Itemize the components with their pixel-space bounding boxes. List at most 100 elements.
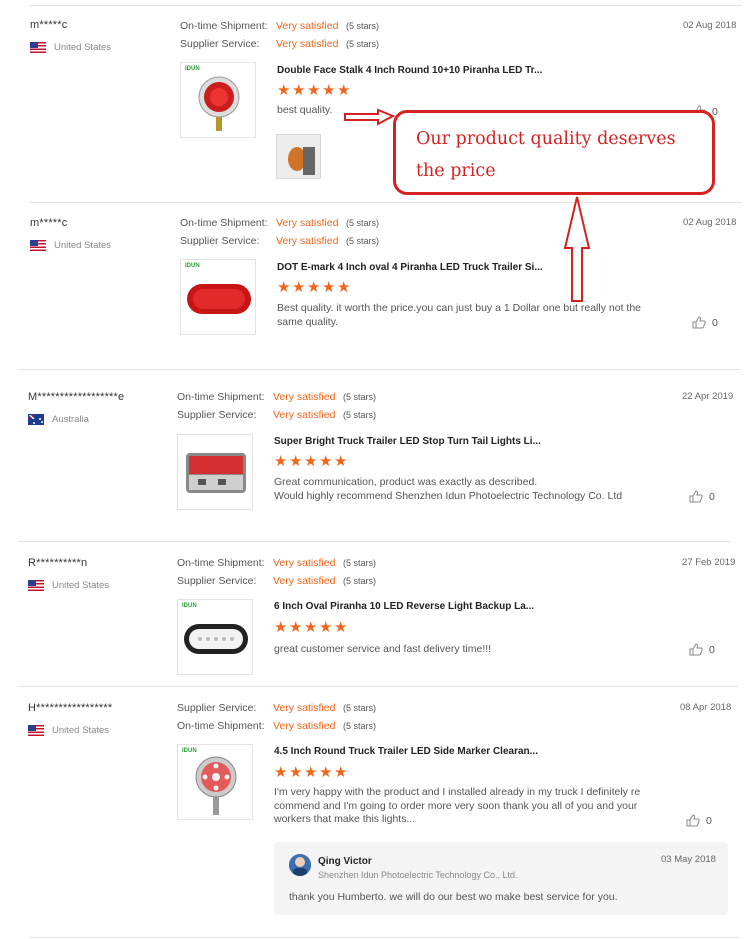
country-label: United States <box>52 580 110 591</box>
rating-summary: On-time Shipment: Very satisfied (5 star… <box>177 554 376 590</box>
us-flag-icon <box>28 725 44 736</box>
rating-value: Very satisfied <box>276 235 339 247</box>
reviewer-name: M******************e <box>28 391 125 403</box>
left-arrow-icon <box>345 112 352 117</box>
review-date: 27 Feb 2019 <box>682 557 736 568</box>
rating-stars-count: (5 stars) <box>343 392 377 402</box>
person-icon <box>289 854 311 876</box>
reviewer-country: United States <box>30 240 111 251</box>
product-thumbnail[interactable]: IDUN <box>180 62 256 138</box>
reviewer-info: m*****c United States <box>30 217 111 251</box>
rating-summary: On-time Shipment: Very satisfied (5 star… <box>177 388 376 424</box>
product-thumbnail[interactable]: IDUN <box>177 744 253 820</box>
rating-row: Supplier Service: Very satisfied (5 star… <box>180 35 379 53</box>
rating-stars-count: (5 stars) <box>346 39 380 49</box>
review-date: 02 Aug 2018 <box>683 217 737 228</box>
review-text-line: Would highly recommend Shenzhen Idun Pho… <box>274 489 623 502</box>
review-text: Best quality. it worth the price.you can… <box>277 302 641 329</box>
product-thumbnail[interactable]: IDUN <box>177 599 253 675</box>
rating-summary: Supplier Service: Very satisfied (5 star… <box>177 699 376 735</box>
reviewer-country: United States <box>28 725 112 736</box>
rating-value: Very satisfied <box>273 720 336 732</box>
rating-label: On-time Shipment: <box>180 20 268 32</box>
review-text-line: workers that make this lights... <box>274 813 416 825</box>
rating-label: On-time Shipment: <box>177 720 265 732</box>
like-count: 0 <box>709 490 715 503</box>
brand-logo: IDUN <box>185 263 200 269</box>
photo-image <box>277 135 320 178</box>
like-button[interactable]: 0 <box>689 490 715 503</box>
thumbs-up-icon <box>692 316 706 329</box>
star-icon: ★ <box>337 82 351 99</box>
thumbs-up-icon <box>689 643 703 656</box>
round-marker-lamp-image <box>195 756 237 815</box>
star-icon: ★ <box>277 82 291 99</box>
rating-row: Supplier Service: Very satisfied (5 star… <box>177 406 376 424</box>
product-title-link[interactable]: 6 Inch Oval Piranha 10 LED Reverse Light… <box>274 601 534 612</box>
reviewer-country: Australia <box>28 414 124 425</box>
star-icon: ★ <box>274 453 288 470</box>
brand-logo: IDUN <box>185 66 200 72</box>
rectangular-lamp-image <box>186 453 246 493</box>
rating-row: Supplier Service: Very satisfied (5 star… <box>177 699 376 717</box>
star-icon: ★ <box>334 619 348 636</box>
avatar <box>289 854 311 876</box>
star-icon: ★ <box>307 279 321 296</box>
product-thumbnail[interactable] <box>177 434 253 510</box>
star-icon: ★ <box>319 764 333 781</box>
star-icon: ★ <box>304 619 318 636</box>
like-count: 0 <box>709 643 715 656</box>
reviewer-info: m*****c United States <box>30 19 111 53</box>
like-button[interactable]: 0 <box>692 316 718 329</box>
reviewer-country: United States <box>30 42 111 53</box>
rating-stars-count: (5 stars) <box>346 218 380 228</box>
product-title-link[interactable]: Double Face Stalk 4 Inch Round 10+10 Pir… <box>277 65 542 76</box>
country-label: United States <box>54 240 112 251</box>
review-photo[interactable] <box>276 134 321 179</box>
oval-lamp-image <box>187 284 251 314</box>
star-rating: ★ ★ ★ ★ ★ <box>274 453 348 470</box>
review-text-line: I'm very happy with the product and I in… <box>274 786 641 798</box>
rating-value: Very satisfied <box>276 217 339 229</box>
product-title-link[interactable]: 4.5 Inch Round Truck Trailer LED Side Ma… <box>274 746 538 757</box>
us-flag-icon <box>28 580 44 591</box>
review-date: 02 Aug 2018 <box>683 20 737 31</box>
like-button[interactable]: 0 <box>689 643 715 656</box>
star-icon: ★ <box>334 764 348 781</box>
like-count: 0 <box>712 316 718 329</box>
rating-stars-count: (5 stars) <box>343 703 377 713</box>
supplier-reply: Qing Victor Shenzhen Idun Photoelectric … <box>274 842 728 915</box>
review-text-line: Great communication, product was exactly… <box>274 476 538 488</box>
star-icon: ★ <box>274 764 288 781</box>
rating-summary: On-time Shipment: Very satisfied (5 star… <box>180 214 379 250</box>
product-thumbnail[interactable]: IDUN <box>180 259 256 335</box>
reviewer-name: m*****c <box>30 19 68 31</box>
review-divider <box>18 686 738 687</box>
us-flag-icon <box>30 42 46 53</box>
rating-label: Supplier Service: <box>177 409 257 421</box>
annotation-line: the price <box>416 161 496 181</box>
star-icon: ★ <box>319 453 333 470</box>
us-flag-icon <box>30 240 46 251</box>
rating-value: Very satisfied <box>273 391 336 403</box>
rating-label: Supplier Service: <box>177 575 257 587</box>
reply-text: thank you Humberto. we will do our best … <box>289 891 618 903</box>
oval-reverse-lamp-image <box>184 624 248 654</box>
rating-row: Supplier Service: Very satisfied (5 star… <box>177 572 376 590</box>
reviewer-name: m*****c <box>30 217 68 229</box>
rating-stars-count: (5 stars) <box>343 721 377 731</box>
brand-logo: IDUN <box>182 603 197 609</box>
reviewer-name: H***************** <box>28 702 113 714</box>
top-divider <box>30 5 742 6</box>
rating-row: On-time Shipment: Very satisfied (5 star… <box>177 717 376 735</box>
product-title-link[interactable]: DOT E-mark 4 Inch oval 4 Piranha LED Tru… <box>277 262 543 273</box>
star-rating: ★ ★ ★ ★ ★ <box>274 619 348 636</box>
star-icon: ★ <box>334 453 348 470</box>
rating-row: Supplier Service: Very satisfied (5 star… <box>180 232 379 250</box>
star-icon: ★ <box>307 82 321 99</box>
brand-logo: IDUN <box>182 748 197 754</box>
rating-value: Very satisfied <box>273 702 336 714</box>
like-button[interactable]: 0 <box>686 814 712 827</box>
product-title-link[interactable]: Super Bright Truck Trailer LED Stop Turn… <box>274 436 541 447</box>
review-text-line: Best quality. it worth the price.you can… <box>277 302 642 314</box>
